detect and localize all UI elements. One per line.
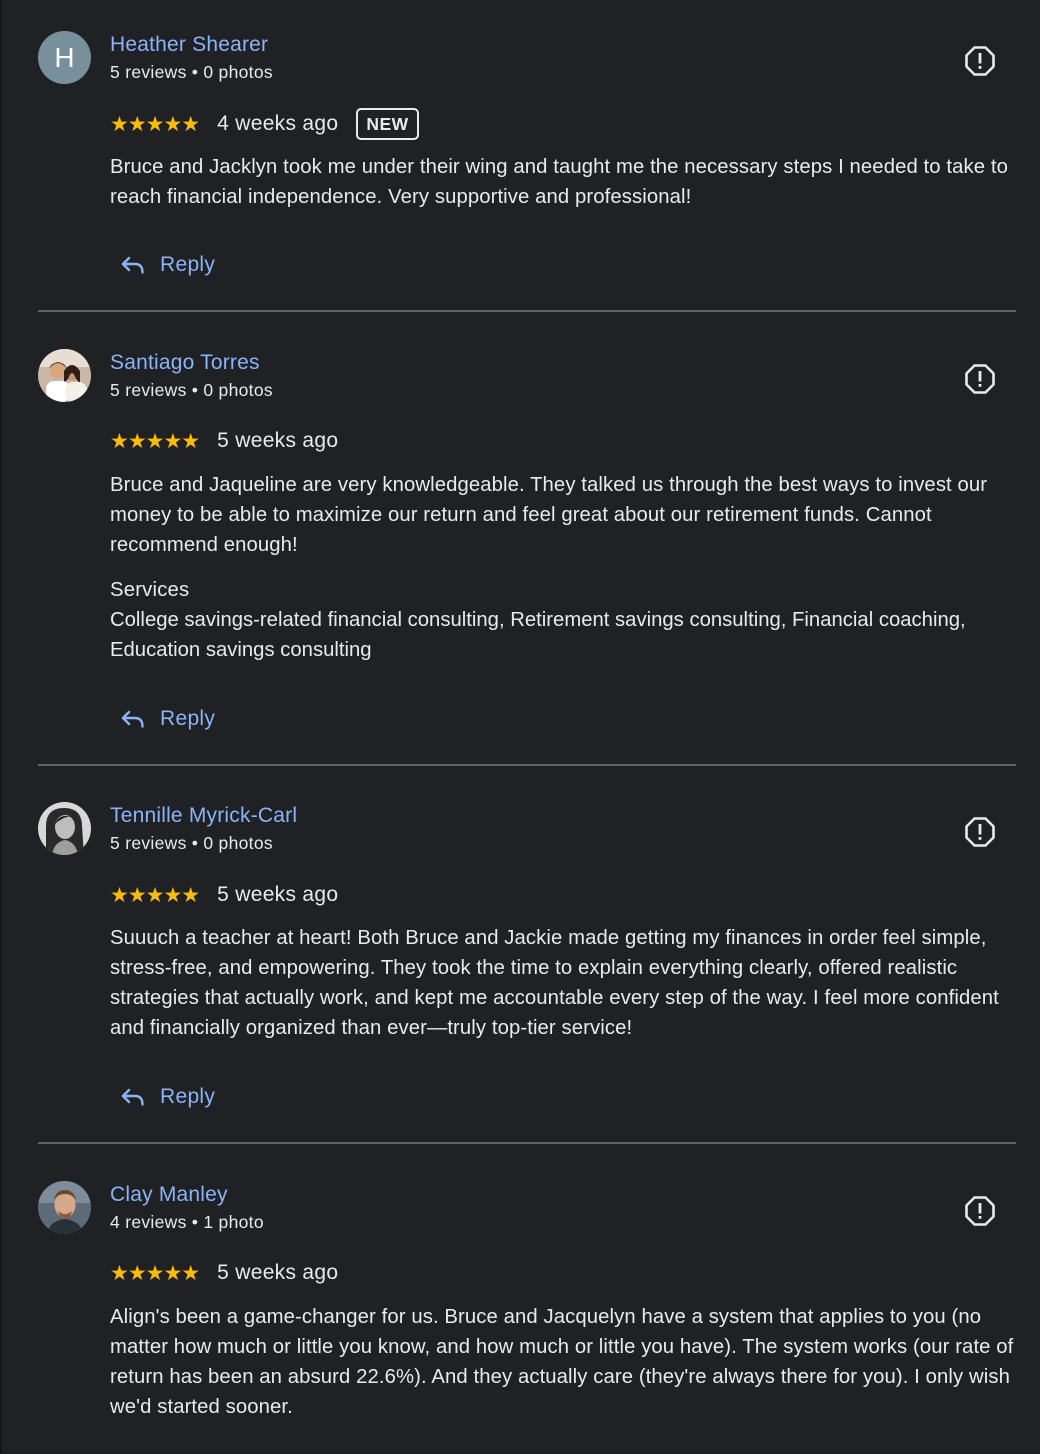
services-label: Services [110, 579, 190, 601]
reviewer-stats: 4 reviews • 1 photo [110, 1212, 264, 1232]
review-date: 5 weeks ago [217, 1261, 339, 1284]
reviewer-name[interactable]: Heather Shearer [110, 33, 268, 57]
new-badge: NEW [356, 108, 419, 140]
rating-row: ★★★★★ 4 weeks ago NEW [110, 107, 419, 141]
star-rating: ★★★★★ [110, 112, 200, 136]
report-review-icon[interactable] [964, 363, 996, 395]
reply-button[interactable]: Reply [120, 699, 215, 739]
report-review-icon[interactable] [964, 1195, 996, 1227]
star-rating: ★★★★★ [110, 429, 200, 453]
review-card: Santiago Torres 5 reviews • 0 photos ★★★… [38, 349, 1016, 749]
reply-icon [121, 256, 144, 274]
review-text: Bruce and Jaqueline are very knowledgeab… [110, 474, 988, 556]
avatar[interactable] [38, 349, 91, 402]
divider [38, 310, 1016, 312]
reviewer-stats: 5 reviews • 0 photos [110, 62, 273, 82]
star-rating: ★★★★★ [110, 883, 200, 907]
reply-button[interactable]: Reply [120, 1077, 215, 1117]
reviewer-stats: 5 reviews • 0 photos [110, 833, 273, 853]
reviewer-stats: 5 reviews • 0 photos [110, 380, 273, 400]
window-edge [0, 0, 2, 1454]
review-card: Tennille Myrick-Carl 5 reviews • 0 photo… [38, 802, 1016, 1132]
avatar[interactable] [38, 802, 91, 855]
reply-label: Reply [160, 707, 216, 730]
divider [38, 1142, 1016, 1144]
review-text: Bruce and Jacklyn took me under their wi… [110, 156, 1008, 208]
reply-label: Reply [160, 253, 216, 276]
review-text: Align's been a game-changer for us. Bruc… [110, 1306, 1014, 1418]
reviewer-name[interactable]: Tennille Myrick-Carl [110, 804, 297, 828]
review-text: Suuuch a teacher at heart! Both Bruce an… [110, 927, 999, 1039]
review-date: 5 weeks ago [217, 883, 339, 906]
review-card: H Heather Shearer 5 reviews • 0 photos ★… [38, 31, 1016, 311]
reviewer-name[interactable]: Clay Manley [110, 1183, 228, 1207]
reply-icon [121, 1088, 144, 1106]
avatar[interactable] [38, 1181, 91, 1234]
reply-label: Reply [160, 1085, 216, 1108]
rating-row: ★★★★★ 5 weeks ago [110, 424, 338, 458]
avatar[interactable]: H [38, 31, 91, 84]
report-review-icon[interactable] [964, 45, 996, 77]
rating-row: ★★★★★ 5 weeks ago [110, 878, 338, 912]
report-review-icon[interactable] [964, 816, 996, 848]
reply-button[interactable]: Reply [120, 245, 215, 285]
divider [38, 764, 1016, 766]
reply-icon [121, 710, 144, 728]
review-date: 4 weeks ago [217, 112, 339, 135]
services-list: College savings-related financial consul… [110, 609, 966, 661]
review-card: Clay Manley 4 reviews • 1 photo ★★★★★ 5 … [38, 1181, 1016, 1454]
review-date: 5 weeks ago [217, 429, 339, 452]
reviewer-name[interactable]: Santiago Torres [110, 351, 260, 375]
star-rating: ★★★★★ [110, 1261, 200, 1285]
rating-row: ★★★★★ 5 weeks ago [110, 1256, 338, 1290]
